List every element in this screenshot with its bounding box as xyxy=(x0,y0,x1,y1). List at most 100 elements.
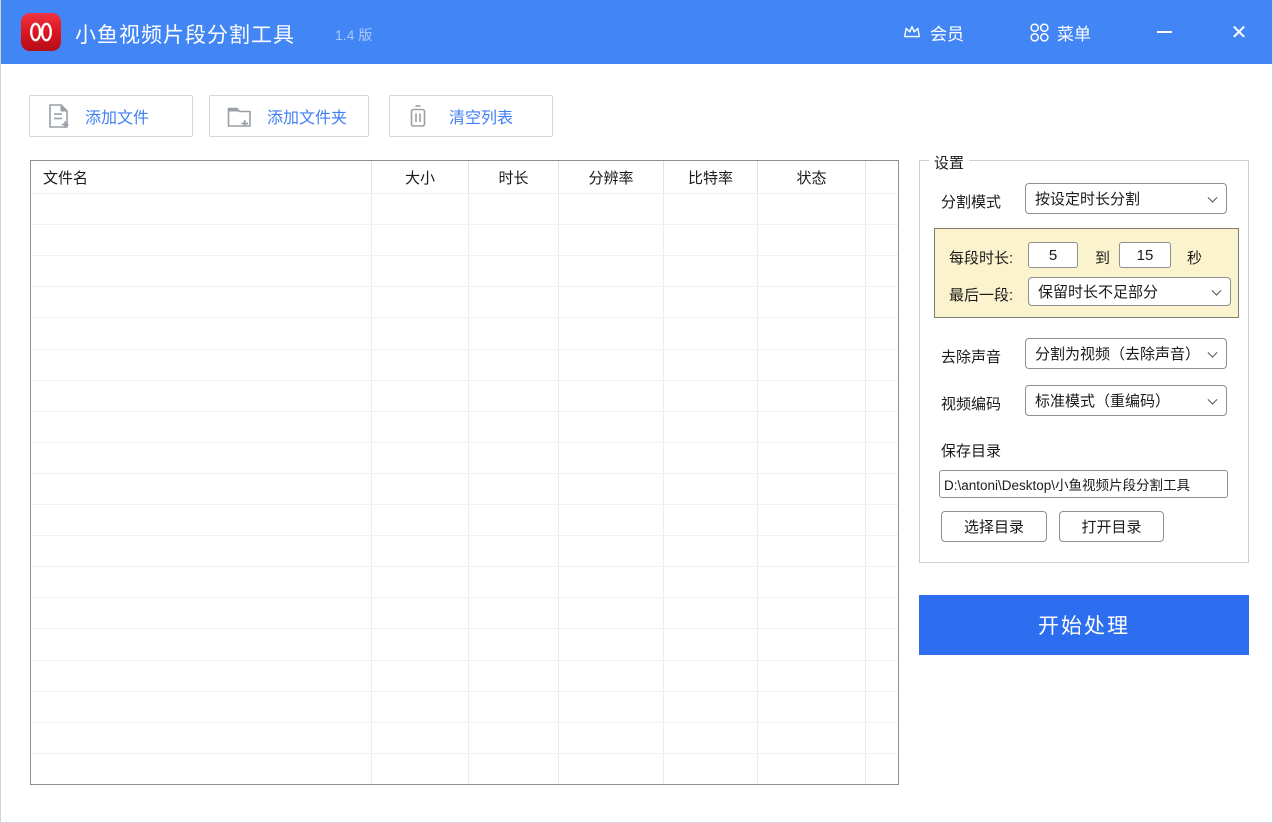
table-cell xyxy=(469,443,559,473)
file-table[interactable]: 文件名 大小 时长 分辨率 比特率 状态 xyxy=(30,160,899,785)
table-cell xyxy=(372,723,469,753)
table-cell xyxy=(758,256,866,286)
table-cell xyxy=(664,474,758,504)
trash-icon xyxy=(405,102,431,130)
table-cell xyxy=(758,225,866,255)
chevron-down-icon xyxy=(1212,285,1222,295)
close-button[interactable]: ✕ xyxy=(1221,0,1257,64)
table-cell xyxy=(31,505,372,535)
table-cell xyxy=(372,256,469,286)
split-mode-select[interactable]: 按设定时长分割 xyxy=(1025,183,1227,214)
encoding-value: 标准模式（重编码） xyxy=(1035,390,1170,411)
table-cell xyxy=(469,754,559,784)
table-cell xyxy=(559,536,664,566)
table-cell xyxy=(372,350,469,380)
table-cell xyxy=(758,629,866,659)
app-version: 1.4 版 xyxy=(335,25,372,45)
start-processing-button[interactable]: 开始处理 xyxy=(919,595,1249,655)
table-cell xyxy=(372,287,469,317)
table-cell xyxy=(372,381,469,411)
table-row xyxy=(31,566,898,597)
choose-dir-button[interactable]: 选择目录 xyxy=(941,511,1047,542)
table-cell xyxy=(758,443,866,473)
remove-audio-label: 去除声音 xyxy=(941,346,1001,367)
table-cell xyxy=(469,661,559,691)
table-cell xyxy=(559,443,664,473)
encoding-label: 视频编码 xyxy=(941,393,1001,414)
table-cell xyxy=(559,287,664,317)
table-cell xyxy=(758,723,866,753)
member-button[interactable]: 会员 xyxy=(901,0,964,64)
table-cell xyxy=(664,194,758,224)
table-cell xyxy=(372,505,469,535)
table-row xyxy=(31,224,898,255)
table-row xyxy=(31,597,898,628)
table-cell xyxy=(31,661,372,691)
add-folder-icon xyxy=(225,102,254,130)
table-row xyxy=(31,535,898,566)
table-cell xyxy=(469,723,559,753)
file-table-body[interactable] xyxy=(31,193,898,784)
table-cell xyxy=(372,567,469,597)
table-cell xyxy=(866,381,898,411)
duration-min-input[interactable] xyxy=(1028,242,1078,268)
table-cell xyxy=(664,723,758,753)
table-cell xyxy=(372,412,469,442)
table-cell xyxy=(372,754,469,784)
start-processing-label: 开始处理 xyxy=(1038,610,1130,640)
save-dir-input[interactable] xyxy=(939,470,1228,498)
segment-duration-label: 每段时长: xyxy=(949,247,1013,268)
table-cell xyxy=(866,629,898,659)
table-cell xyxy=(559,505,664,535)
table-cell xyxy=(664,598,758,628)
table-cell xyxy=(664,350,758,380)
add-file-label: 添加文件 xyxy=(85,104,149,128)
table-cell xyxy=(866,350,898,380)
clear-list-button[interactable]: 清空列表 xyxy=(389,95,553,137)
table-cell xyxy=(866,225,898,255)
table-cell xyxy=(866,318,898,348)
table-cell xyxy=(559,225,664,255)
duration-max-input[interactable] xyxy=(1119,242,1171,268)
table-cell xyxy=(866,505,898,535)
encoding-select[interactable]: 标准模式（重编码） xyxy=(1025,385,1227,416)
table-row xyxy=(31,411,898,442)
split-mode-label: 分割模式 xyxy=(941,191,1001,212)
table-cell xyxy=(31,287,372,317)
table-row xyxy=(31,753,898,784)
table-cell xyxy=(31,412,372,442)
table-cell xyxy=(866,287,898,317)
settings-group-title: 设置 xyxy=(929,152,969,173)
table-cell xyxy=(559,692,664,722)
table-cell xyxy=(469,287,559,317)
col-header-size: 大小 xyxy=(372,161,469,193)
table-cell xyxy=(372,225,469,255)
table-cell xyxy=(372,443,469,473)
table-cell xyxy=(559,474,664,504)
table-cell xyxy=(372,318,469,348)
table-cell xyxy=(31,598,372,628)
table-cell xyxy=(664,661,758,691)
open-dir-button[interactable]: 打开目录 xyxy=(1059,511,1164,542)
table-cell xyxy=(664,692,758,722)
last-segment-select[interactable]: 保留时长不足部分 xyxy=(1028,277,1231,306)
table-cell xyxy=(31,536,372,566)
table-cell xyxy=(559,381,664,411)
table-cell xyxy=(372,661,469,691)
col-header-resolution: 分辨率 xyxy=(559,161,664,193)
add-folder-button[interactable]: 添加文件夹 xyxy=(209,95,369,137)
remove-audio-select[interactable]: 分割为视频（去除声音） xyxy=(1025,338,1227,369)
table-cell xyxy=(866,474,898,504)
table-row xyxy=(31,255,898,286)
col-header-duration: 时长 xyxy=(469,161,559,193)
table-cell xyxy=(372,536,469,566)
table-cell xyxy=(758,567,866,597)
table-cell xyxy=(758,287,866,317)
minimize-button[interactable] xyxy=(1147,0,1181,64)
menu-button[interactable]: 菜单 xyxy=(1029,0,1091,64)
table-cell xyxy=(559,256,664,286)
table-cell xyxy=(372,629,469,659)
table-cell xyxy=(758,474,866,504)
table-cell xyxy=(664,536,758,566)
add-file-button[interactable]: 添加文件 xyxy=(29,95,193,137)
